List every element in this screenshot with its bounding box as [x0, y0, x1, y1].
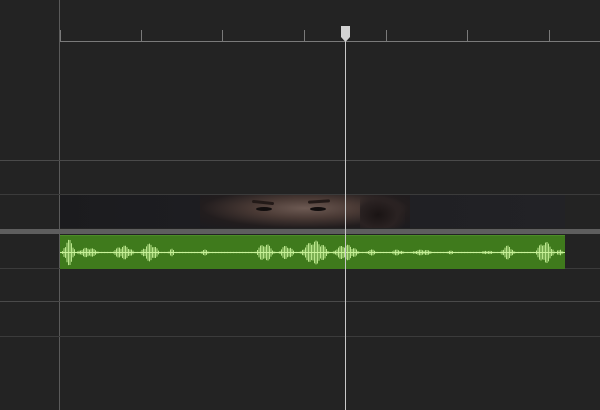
track-separator	[0, 336, 600, 337]
timeline-editor	[0, 0, 600, 410]
thumbnail-brow	[307, 199, 331, 204]
ruler-tick	[60, 30, 61, 41]
ruler-tick	[386, 30, 387, 41]
video-audio-split[interactable]	[0, 229, 600, 234]
ruler-tick	[222, 30, 223, 41]
thumbnail-eye	[310, 207, 326, 211]
playhead-line[interactable]	[345, 26, 346, 410]
audio-waveform	[60, 239, 565, 266]
track-separator	[0, 301, 600, 302]
audio-clip[interactable]	[60, 235, 565, 269]
thumbnail-brow	[251, 199, 275, 206]
ruler-tick	[549, 30, 550, 41]
track-separator	[0, 160, 600, 161]
thumbnail-eye	[256, 207, 272, 211]
video-clip[interactable]	[60, 195, 565, 228]
thumbnail-beard	[360, 195, 405, 228]
playhead-marker-icon[interactable]	[341, 26, 350, 42]
ruler-tick	[141, 30, 142, 41]
video-thumbnail	[200, 195, 410, 228]
ruler-baseline	[60, 41, 600, 42]
ruler-tick	[467, 30, 468, 41]
ruler-tick	[304, 30, 305, 41]
